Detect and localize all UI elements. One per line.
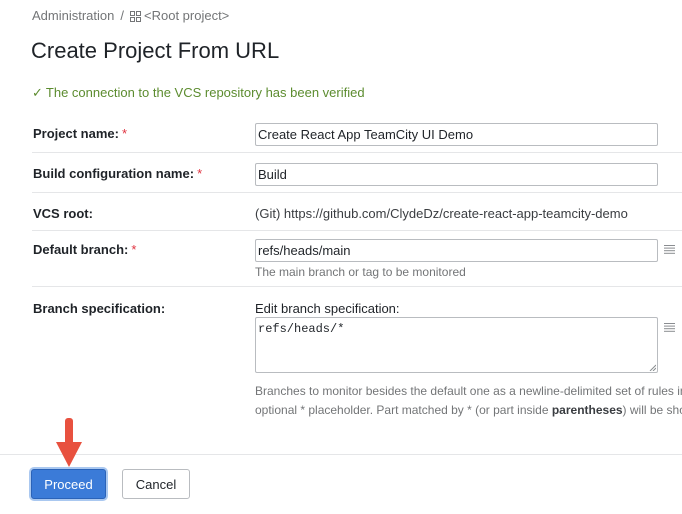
branch-spec-text: refs/heads/* <box>258 322 345 336</box>
parentheses-emphasis: parentheses <box>551 403 623 417</box>
form-footer-divider <box>0 454 682 455</box>
proceed-button[interactable]: Proceed <box>31 469 106 499</box>
branch-spec-hint-line2: optional * placeholder. Part matched by … <box>255 403 682 417</box>
required-marker: * <box>197 166 203 181</box>
default-branch-hint: The main branch or tag to be monitored <box>255 265 466 279</box>
connection-status-message: The connection to the VCS repository has… <box>45 85 365 100</box>
default-branch-row: Default branch: * refs/heads/main The mai… <box>32 231 682 287</box>
branch-spec-hint-line1: Branches to monitor besides the default … <box>255 384 682 398</box>
connection-status: ✓ The connection to the VCS repository ha… <box>32 85 365 101</box>
list-icon[interactable] <box>664 323 675 332</box>
project-name-label: Project name: * <box>33 126 128 141</box>
default-branch-label: Default branch: * <box>33 242 137 257</box>
grid-icon <box>130 11 141 22</box>
cancel-button[interactable]: Cancel <box>122 469 190 499</box>
required-marker: * <box>121 126 128 141</box>
down-arrow-annotation-icon <box>56 418 82 467</box>
vcs-root-label: VCS root: <box>33 206 93 221</box>
breadcrumb-root-project-link[interactable]: <Root project> <box>144 8 229 23</box>
required-marker: * <box>131 242 137 257</box>
list-icon[interactable] <box>664 245 675 254</box>
vcs-root-row: VCS root: (Git) https://github.com/Clyde… <box>32 193 682 231</box>
breadcrumb: Administration / <Root project> <box>32 8 229 23</box>
build-config-name-row: Build configuration name: * Build <box>32 153 682 193</box>
edit-branch-spec-label: Edit branch specification: <box>255 301 400 316</box>
branch-spec-label: Branch specification: <box>33 301 166 316</box>
project-name-input[interactable]: Create React App TeamCity UI Demo <box>255 123 658 146</box>
check-icon: ✓ <box>32 85 43 100</box>
default-branch-input[interactable]: refs/heads/main <box>255 239 658 262</box>
build-config-name-input[interactable]: Build <box>255 163 658 186</box>
vcs-root-value: (Git) https://github.com/ClydeDz/create-… <box>255 206 628 221</box>
breadcrumb-administration-link[interactable]: Administration <box>32 8 114 23</box>
branch-spec-textarea[interactable]: refs/heads/* <box>255 317 658 373</box>
branch-spec-row: Branch specification: Edit branch specif… <box>32 287 682 437</box>
page-title: Create Project From URL <box>31 38 280 63</box>
build-config-name-label: Build configuration name: * <box>33 166 203 181</box>
project-name-row: Project name: * Create React App TeamCity… <box>32 115 682 153</box>
breadcrumb-separator: / <box>120 8 124 23</box>
resize-handle-icon[interactable] <box>649 364 656 371</box>
